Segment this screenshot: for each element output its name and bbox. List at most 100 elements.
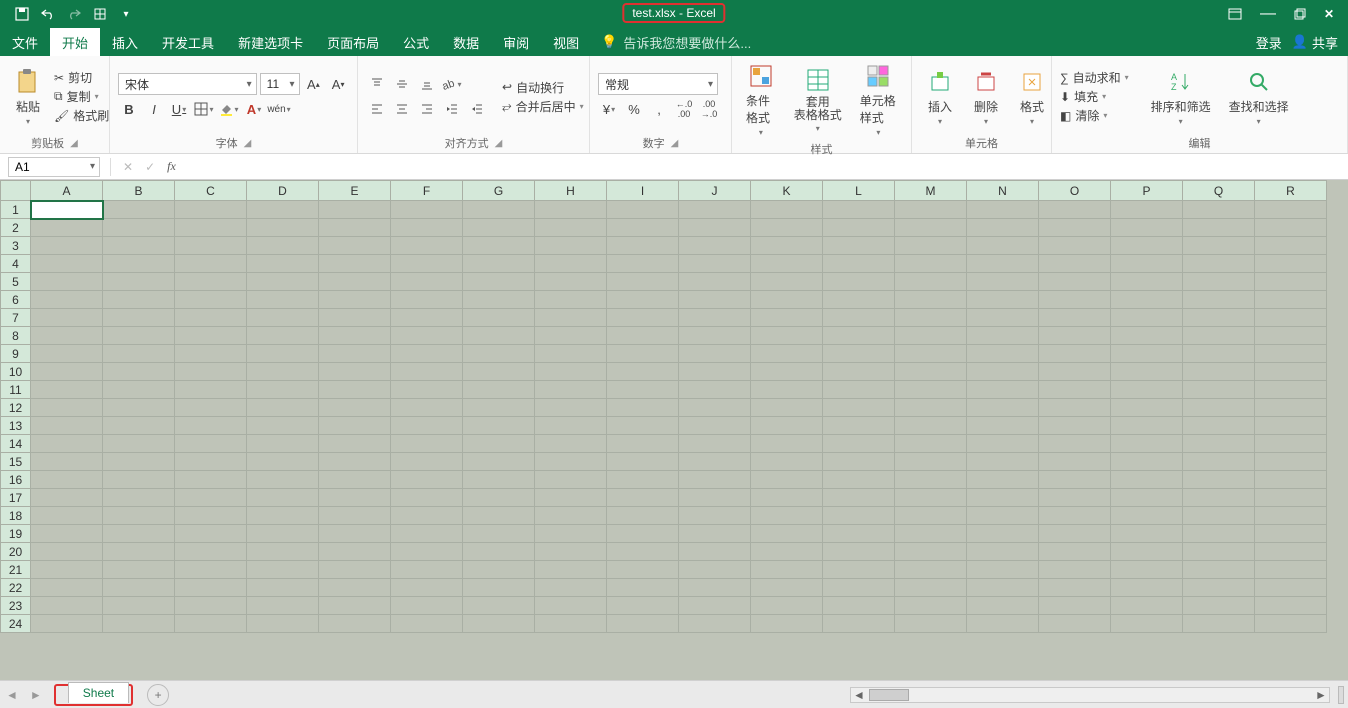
- cell[interactable]: [607, 237, 679, 255]
- column-header[interactable]: N: [967, 181, 1039, 201]
- cell[interactable]: [895, 579, 967, 597]
- cell[interactable]: [175, 489, 247, 507]
- cell[interactable]: [1111, 219, 1183, 237]
- cell[interactable]: [175, 597, 247, 615]
- cell[interactable]: [1039, 399, 1111, 417]
- cell[interactable]: [1039, 453, 1111, 471]
- cell[interactable]: [751, 363, 823, 381]
- cell[interactable]: [31, 309, 103, 327]
- cell[interactable]: [319, 597, 391, 615]
- cell[interactable]: [31, 291, 103, 309]
- cell[interactable]: [175, 435, 247, 453]
- restore-button[interactable]: [1294, 8, 1306, 20]
- cell[interactable]: [679, 453, 751, 471]
- column-header[interactable]: L: [823, 181, 895, 201]
- cell[interactable]: [319, 453, 391, 471]
- undo-icon[interactable]: [40, 6, 56, 22]
- cell[interactable]: [607, 219, 679, 237]
- cell[interactable]: [967, 363, 1039, 381]
- cell[interactable]: [679, 201, 751, 219]
- cell[interactable]: [247, 561, 319, 579]
- column-header[interactable]: I: [607, 181, 679, 201]
- cell[interactable]: [751, 255, 823, 273]
- cell[interactable]: [319, 489, 391, 507]
- tab-formulas[interactable]: 公式: [391, 28, 441, 56]
- name-box[interactable]: A1: [8, 157, 100, 177]
- cell[interactable]: [319, 525, 391, 543]
- tab-developer[interactable]: 开发工具: [150, 28, 226, 56]
- cell[interactable]: [103, 507, 175, 525]
- cell[interactable]: [823, 327, 895, 345]
- cell[interactable]: [535, 345, 607, 363]
- cell[interactable]: [679, 381, 751, 399]
- scroll-left-icon[interactable]: ◄: [851, 688, 867, 702]
- cell[interactable]: [607, 543, 679, 561]
- cell[interactable]: [967, 255, 1039, 273]
- cell[interactable]: [679, 417, 751, 435]
- cell[interactable]: [175, 201, 247, 219]
- decrease-indent-button[interactable]: [441, 98, 463, 120]
- cell[interactable]: [31, 597, 103, 615]
- fx-button[interactable]: fx: [161, 159, 182, 174]
- cell[interactable]: [535, 507, 607, 525]
- cell[interactable]: [1255, 399, 1327, 417]
- cut-button[interactable]: ✂剪切: [54, 69, 109, 86]
- cell[interactable]: [1039, 273, 1111, 291]
- cell[interactable]: [535, 435, 607, 453]
- accounting-format-button[interactable]: ¥: [598, 98, 620, 120]
- tab-file[interactable]: 文件: [0, 28, 50, 56]
- cell[interactable]: [1183, 615, 1255, 633]
- cell[interactable]: [895, 399, 967, 417]
- cell[interactable]: [391, 327, 463, 345]
- cell[interactable]: [1255, 471, 1327, 489]
- cell[interactable]: [463, 363, 535, 381]
- row-header[interactable]: 8: [1, 327, 31, 345]
- format-cells-button[interactable]: 格式▾: [1012, 66, 1052, 128]
- formula-input[interactable]: [182, 157, 1348, 177]
- cell[interactable]: [175, 363, 247, 381]
- cell[interactable]: [175, 453, 247, 471]
- cell[interactable]: [319, 399, 391, 417]
- cell[interactable]: [1255, 255, 1327, 273]
- cell[interactable]: [1039, 435, 1111, 453]
- cell[interactable]: [247, 345, 319, 363]
- row-header[interactable]: 16: [1, 471, 31, 489]
- cell[interactable]: [1039, 381, 1111, 399]
- cell[interactable]: [823, 273, 895, 291]
- align-top-button[interactable]: [366, 73, 388, 95]
- cell[interactable]: [319, 543, 391, 561]
- cell[interactable]: [823, 363, 895, 381]
- cell[interactable]: [463, 453, 535, 471]
- fill-color-button[interactable]: [218, 98, 240, 120]
- cell[interactable]: [463, 309, 535, 327]
- cell[interactable]: [967, 417, 1039, 435]
- cell[interactable]: [1111, 417, 1183, 435]
- decrease-decimal-button[interactable]: .00→.0: [698, 98, 720, 120]
- cell[interactable]: [31, 363, 103, 381]
- cell[interactable]: [1039, 507, 1111, 525]
- cell[interactable]: [175, 561, 247, 579]
- cell[interactable]: [103, 453, 175, 471]
- cell[interactable]: [607, 363, 679, 381]
- cancel-formula-button[interactable]: ✕: [117, 160, 139, 174]
- align-bottom-button[interactable]: [416, 73, 438, 95]
- cell[interactable]: [1255, 543, 1327, 561]
- cell[interactable]: [751, 507, 823, 525]
- cell[interactable]: [31, 453, 103, 471]
- cell[interactable]: [103, 543, 175, 561]
- paste-button[interactable]: 粘贴 ▾: [8, 66, 48, 128]
- cell[interactable]: [391, 435, 463, 453]
- cell[interactable]: [391, 507, 463, 525]
- cell[interactable]: [823, 291, 895, 309]
- cell[interactable]: [31, 489, 103, 507]
- cell[interactable]: [967, 291, 1039, 309]
- cell[interactable]: [103, 399, 175, 417]
- cell[interactable]: [679, 219, 751, 237]
- format-painter-button[interactable]: 🖌格式刷: [54, 107, 109, 124]
- row-header[interactable]: 1: [1, 201, 31, 219]
- percent-button[interactable]: %: [623, 98, 645, 120]
- cell[interactable]: [463, 237, 535, 255]
- cell[interactable]: [967, 615, 1039, 633]
- cell[interactable]: [751, 543, 823, 561]
- cell[interactable]: [751, 597, 823, 615]
